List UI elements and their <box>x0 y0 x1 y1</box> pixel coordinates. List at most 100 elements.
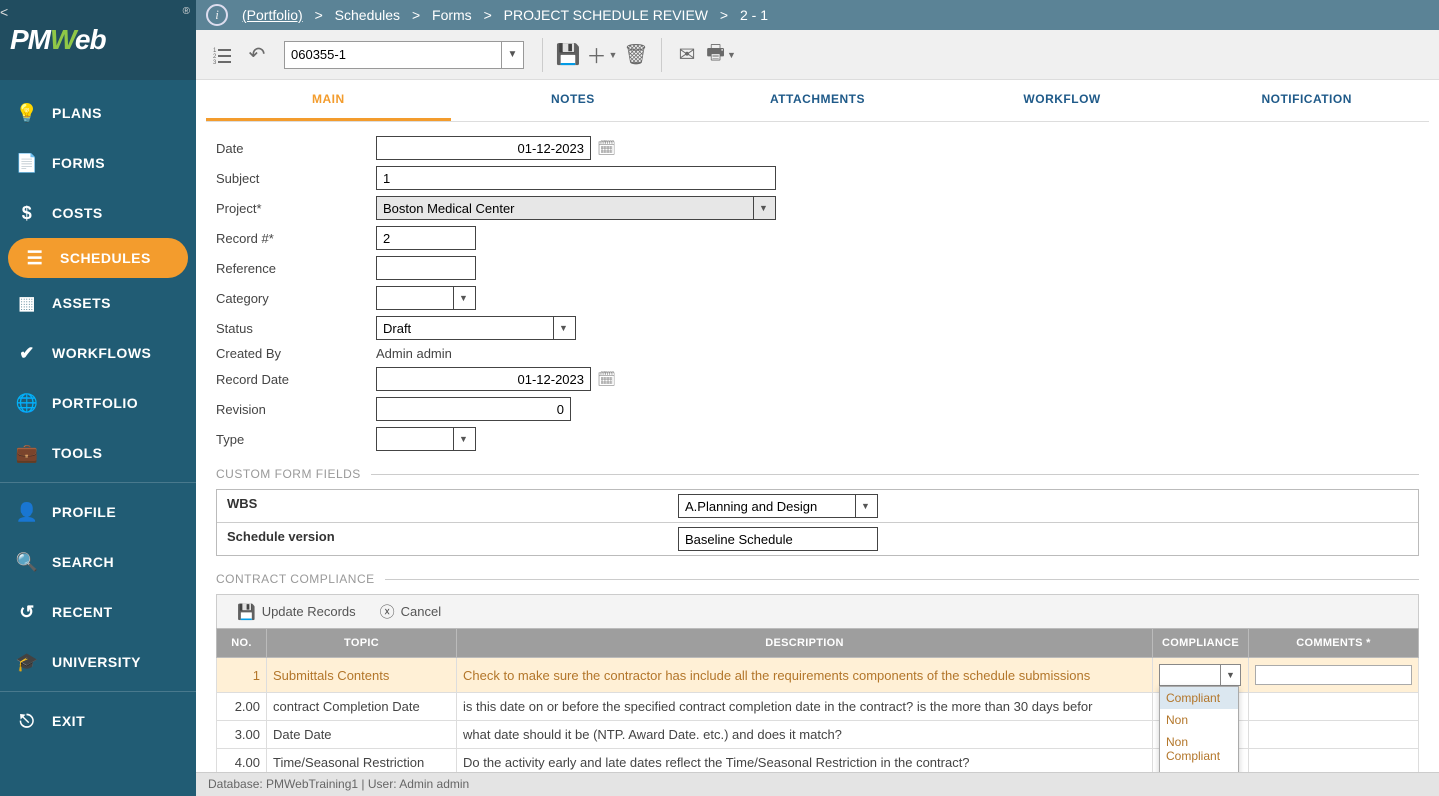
dropdown-option[interactable]: Non Compliant <box>1160 731 1238 767</box>
compliance-header: CONTRACT COMPLIANCE <box>216 572 1419 586</box>
wbs-select[interactable]: ▼ <box>678 494 878 518</box>
type-select[interactable]: ▼ <box>376 427 476 451</box>
nav-exit[interactable]: ⎋EXIT <box>0 696 196 746</box>
save-icon[interactable]: 💾 <box>551 38 585 72</box>
tab-notification[interactable]: NOTIFICATION <box>1184 80 1429 121</box>
list-icon: ☰ <box>22 248 48 269</box>
nav-portfolio[interactable]: 🌐PORTFOLIO <box>0 378 196 428</box>
nav-forms[interactable]: 📄FORMS <box>0 138 196 188</box>
chevron-down-icon[interactable]: ▼ <box>553 317 573 339</box>
nav-workflows[interactable]: ✔WORKFLOWS <box>0 328 196 378</box>
recorddate-field[interactable] <box>376 367 591 391</box>
info-icon[interactable]: i <box>206 4 228 26</box>
add-button[interactable]: ＋▼ <box>585 38 619 72</box>
breadcrumb-schedules[interactable]: Schedules <box>335 7 400 23</box>
date-field[interactable] <box>376 136 591 160</box>
cell-topic: Submittals Contents <box>267 658 457 693</box>
dropdown-option[interactable]: Non <box>1160 709 1238 731</box>
chevron-down-icon[interactable]: ▼ <box>453 428 473 450</box>
subject-field[interactable] <box>376 166 776 190</box>
dropdown-option[interactable]: Not Applicable <box>1160 767 1238 772</box>
cell-comments[interactable] <box>1249 721 1419 749</box>
status-value[interactable] <box>377 317 553 339</box>
revision-field[interactable] <box>376 397 571 421</box>
chevron-down-icon[interactable]: ▼ <box>753 197 773 219</box>
status-select[interactable]: ▼ <box>376 316 576 340</box>
cell-topic: contract Completion Date <box>267 693 457 721</box>
cell-comments[interactable] <box>1249 693 1419 721</box>
nav-schedules[interactable]: ☰SCHEDULES <box>8 238 188 278</box>
record-selector[interactable]: ▼ <box>284 41 524 69</box>
cell-desc: is this date on or before the specified … <box>457 693 1153 721</box>
search-icon: 🔍 <box>14 552 40 573</box>
tab-workflow[interactable]: WORKFLOW <box>940 80 1185 121</box>
chevron-down-icon[interactable]: ▼ <box>1220 665 1240 685</box>
cancel-button[interactable]: ⓧCancel <box>380 601 441 622</box>
document-icon: 📄 <box>14 153 40 174</box>
undo-icon[interactable]: ↶ <box>240 38 274 72</box>
grid-toolbar: 💾Update Records ⓧCancel <box>216 594 1419 628</box>
cell-comments[interactable] <box>1249 658 1419 693</box>
category-select[interactable]: ▼ <box>376 286 476 310</box>
svg-text:3: 3 <box>213 60 217 65</box>
nav-label: RECENT <box>52 604 113 620</box>
schedule-version-field[interactable] <box>678 527 878 551</box>
col-compliance[interactable]: COMPLIANCE <box>1153 629 1249 658</box>
cell-comments[interactable] <box>1249 749 1419 773</box>
chevron-down-icon[interactable]: ▼ <box>453 287 473 309</box>
chevron-down-icon[interactable]: ▼ <box>855 495 875 517</box>
chevron-down-icon[interactable]: ▼ <box>609 50 618 60</box>
compliance-select[interactable]: ▼ <box>1159 664 1241 686</box>
breadcrumb-psr[interactable]: PROJECT SCHEDULE REVIEW <box>504 7 708 23</box>
calendar-icon[interactable]: 🗓 <box>597 139 616 157</box>
nav-label: PORTFOLIO <box>52 395 138 411</box>
wbs-label: WBS <box>217 490 672 522</box>
nav-search[interactable]: 🔍SEARCH <box>0 537 196 587</box>
col-comments[interactable]: COMMENTS * <box>1249 629 1419 658</box>
update-records-button[interactable]: 💾Update Records <box>237 603 356 621</box>
comments-field[interactable] <box>1255 665 1412 685</box>
col-topic[interactable]: TOPIC <box>267 629 457 658</box>
col-no[interactable]: NO. <box>217 629 267 658</box>
breadcrumb-portfolio[interactable]: (Portfolio) <box>242 7 303 23</box>
graduation-icon: 🎓 <box>14 652 40 673</box>
delete-icon[interactable]: 🗑 <box>619 38 653 72</box>
wbs-value[interactable] <box>679 495 855 517</box>
project-select[interactable]: ▼ <box>376 196 776 220</box>
calendar-icon[interactable]: 🗓 <box>597 370 616 388</box>
category-value[interactable] <box>377 287 453 309</box>
print-button[interactable]: 🖶▼ <box>704 38 738 72</box>
nav-plans[interactable]: 💡PLANS <box>0 88 196 138</box>
project-value[interactable] <box>377 197 753 219</box>
recordnum-field[interactable] <box>376 226 476 250</box>
nav-profile[interactable]: 👤PROFILE <box>0 487 196 537</box>
nav-costs[interactable]: $COSTS <box>0 188 196 238</box>
cell-compliance[interactable]: ▼ Compliant Non Non Compliant Not Applic… <box>1153 658 1249 693</box>
dropdown-option[interactable]: Compliant <box>1160 687 1238 709</box>
dollar-icon: $ <box>14 203 40 224</box>
breadcrumb-forms[interactable]: Forms <box>432 7 472 23</box>
tab-main[interactable]: MAIN <box>206 80 451 121</box>
email-icon[interactable]: ✉ <box>670 38 704 72</box>
tab-notes[interactable]: NOTES <box>451 80 696 121</box>
record-selector-input[interactable] <box>284 41 524 69</box>
table-row[interactable]: 1 Submittals Contents Check to make sure… <box>217 658 1419 693</box>
col-description[interactable]: DESCRIPTION <box>457 629 1153 658</box>
nav-label: WORKFLOWS <box>52 345 151 361</box>
nav-label: EXIT <box>52 713 85 729</box>
nav-assets[interactable]: ▦ASSETS <box>0 278 196 328</box>
chevron-down-icon[interactable]: ▼ <box>501 42 523 68</box>
compliance-value[interactable] <box>1160 665 1220 685</box>
nav-recent[interactable]: ↺RECENT <box>0 587 196 637</box>
chevron-down-icon[interactable]: ▼ <box>727 50 736 60</box>
type-value[interactable] <box>377 428 453 450</box>
numbered-list-icon[interactable]: 123 <box>206 38 240 72</box>
sidebar-collapse-icon[interactable]: < <box>0 4 8 20</box>
tab-attachments[interactable]: ATTACHMENTS <box>695 80 940 121</box>
cell-desc: what date should it be (NTP. Award Date.… <box>457 721 1153 749</box>
reference-field[interactable] <box>376 256 476 280</box>
nav-tools[interactable]: 💼TOOLS <box>0 428 196 478</box>
nav-university[interactable]: 🎓UNIVERSITY <box>0 637 196 687</box>
cell-topic: Date Date <box>267 721 457 749</box>
cell-topic: Time/Seasonal Restriction <box>267 749 457 773</box>
